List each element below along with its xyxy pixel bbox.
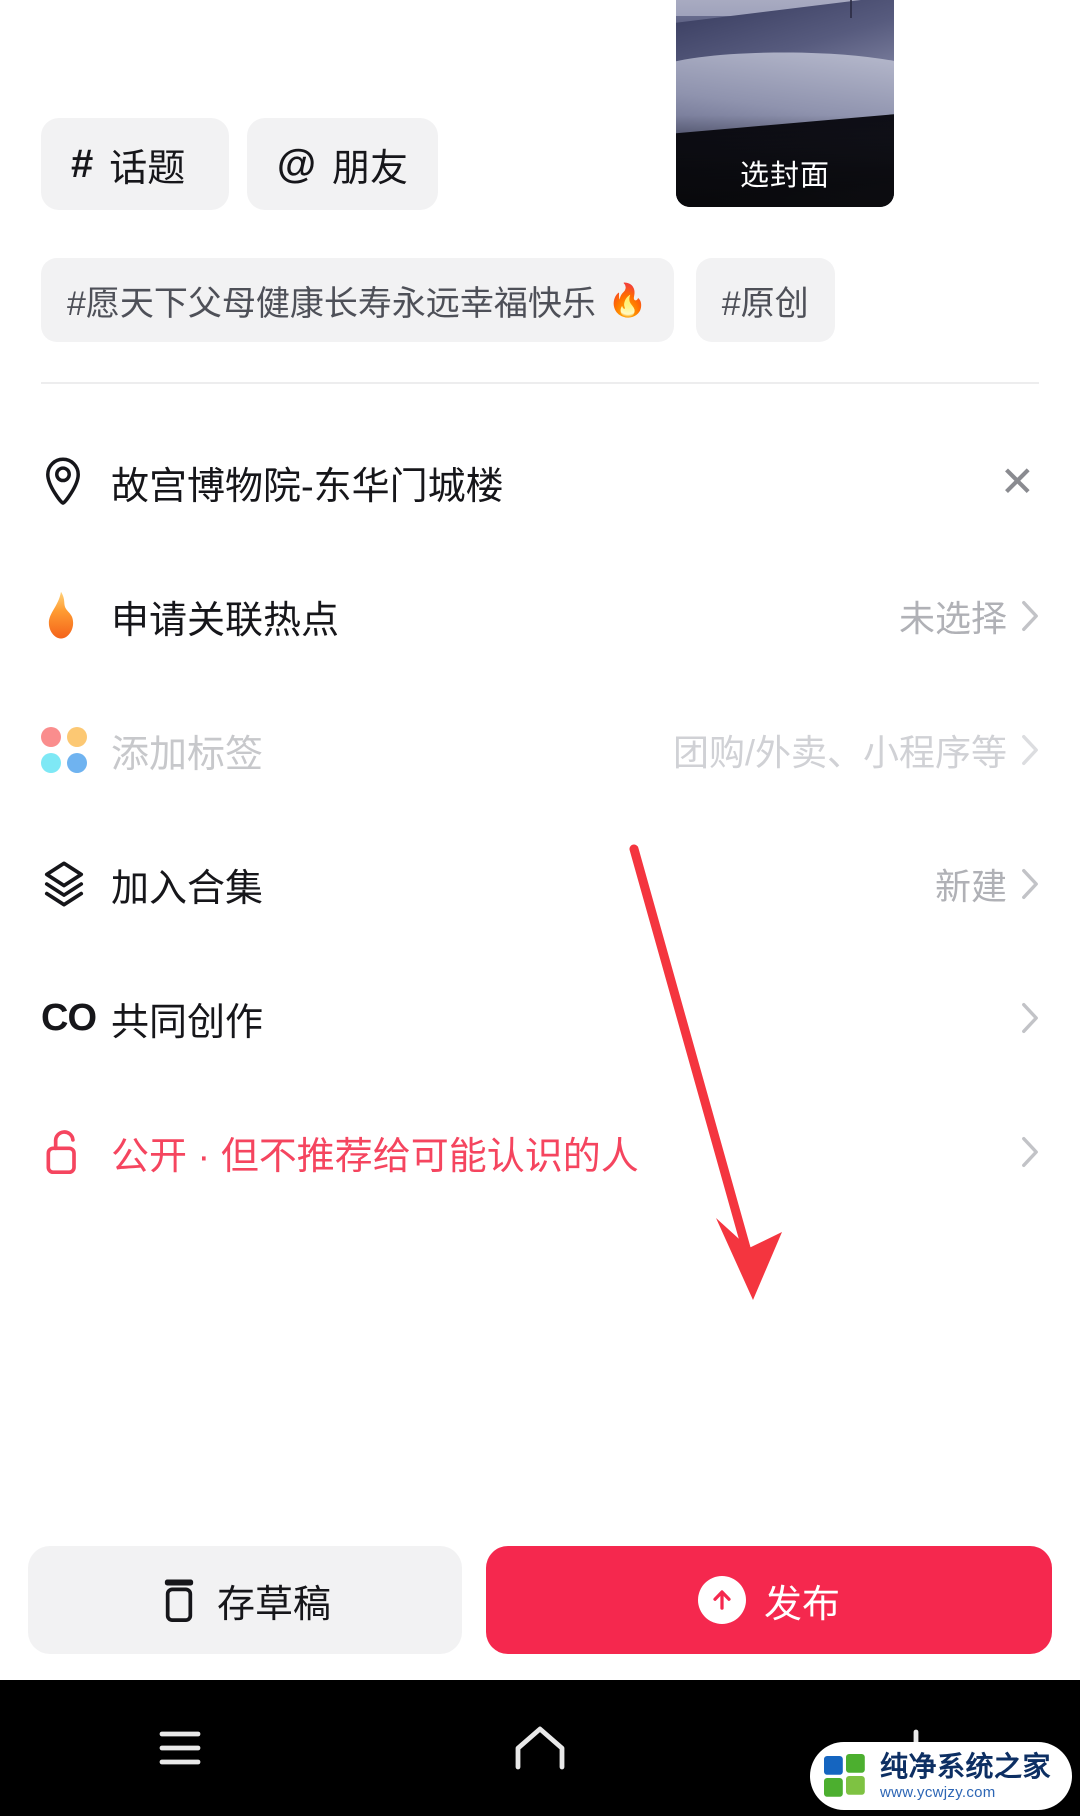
option-trailing: 新建: [935, 858, 1039, 910]
tag-suggestion-chip[interactable]: #愿天下父母健康长寿永远幸福快乐 🔥: [41, 258, 674, 342]
chevron-right-icon: [1022, 734, 1038, 766]
watermark-text: 纯净系统之家 www.ycwjzy.com: [880, 1750, 1052, 1801]
tag-suggestion-text: #原创: [721, 284, 809, 323]
recents-icon: [159, 1731, 201, 1765]
chevron-right-icon: [1022, 868, 1038, 900]
layers-icon: [41, 859, 103, 909]
chevron-right-icon: [1022, 600, 1038, 632]
option-row-add-tag[interactable]: 添加标签 团购/外卖、小程序等: [0, 683, 1080, 817]
topic-chip-label: 话题: [109, 147, 186, 190]
cover-label: 选封面: [739, 160, 830, 192]
topic-chip-button[interactable]: # 话题: [41, 118, 229, 210]
option-label: 加入合集: [111, 867, 264, 910]
tag-suggestion-row[interactable]: #愿天下父母健康长寿永远幸福快乐 🔥 #原创: [41, 258, 835, 342]
bottom-action-bar: 存草稿 发布: [0, 1520, 1080, 1680]
watermark-title: 纯净系统之家: [880, 1750, 1052, 1782]
option-value: 团购/外卖、小程序等: [672, 732, 1007, 773]
at-icon: @: [277, 142, 317, 186]
location-pin-icon: [41, 456, 103, 508]
option-trailing: 未选择: [899, 590, 1039, 642]
option-row-privacy[interactable]: 公开 · 但不推荐给可能认识的人: [0, 1085, 1080, 1219]
chevron-right-icon: [1022, 1136, 1038, 1168]
tag-suggestion-text: #愿天下父母健康长寿永远幸福快乐: [67, 284, 596, 323]
home-icon: [515, 1726, 565, 1770]
flame-icon: [41, 590, 103, 642]
bare-tree-silhouette-icon: [850, 0, 852, 18]
publish-label: 发布: [763, 1583, 840, 1626]
tag-suggestion-chip[interactable]: #原创: [695, 258, 835, 342]
option-label: 共同创作: [111, 1001, 264, 1044]
nav-home-button[interactable]: [360, 1680, 720, 1816]
nav-recents-button[interactable]: [0, 1680, 360, 1816]
draft-box-icon: [164, 1579, 194, 1623]
cover-thumbnail[interactable]: 选封面: [676, 0, 894, 207]
option-value: 新建: [934, 866, 1007, 907]
publish-button[interactable]: 发布: [486, 1546, 1052, 1654]
option-trailing: ✕: [1000, 461, 1039, 503]
chevron-right-icon: [1022, 1002, 1038, 1034]
site-watermark: 纯净系统之家 www.ycwjzy.com: [810, 1742, 1072, 1810]
friend-chip-label: 朋友: [332, 147, 409, 190]
option-label: 公开 · 但不推荐给可能认识的人: [111, 1135, 639, 1178]
save-draft-label: 存草稿: [216, 1583, 331, 1626]
option-row-collection[interactable]: 加入合集 新建: [0, 817, 1080, 951]
save-draft-button[interactable]: 存草稿: [28, 1546, 462, 1654]
color-dots-icon: [41, 727, 103, 773]
watermark-logo-icon: [824, 1754, 865, 1797]
option-row-co-creation[interactable]: CO 共同创作: [0, 951, 1080, 1085]
watermark-url: www.ycwjzy.com: [880, 1783, 996, 1801]
option-row-location[interactable]: 故宫博物院-东华门城楼 ✕: [0, 415, 1080, 549]
option-label: 申请关联热点: [111, 599, 340, 642]
close-icon[interactable]: ✕: [1000, 461, 1039, 503]
option-trailing: [1021, 1002, 1039, 1034]
option-trailing: 团购/外卖、小程序等: [673, 724, 1039, 776]
friend-chip-button[interactable]: @ 朋友: [247, 118, 439, 210]
option-label: 故宫博物院-东华门城楼: [111, 465, 504, 508]
section-divider: [41, 382, 1039, 384]
option-row-hotspot[interactable]: 申请关联热点 未选择: [0, 549, 1080, 683]
arrow-up-circle-icon: [697, 1576, 746, 1624]
quick-action-row: # 话题 @ 朋友: [41, 118, 439, 210]
co-mark-text: CO: [41, 996, 97, 1039]
publish-settings-screen: 选封面 # 话题 @ 朋友 #愿天下父母健康长寿永远幸福快乐 🔥 #原创 故宫博…: [0, 0, 1080, 1816]
unlock-icon: [41, 1126, 103, 1178]
option-value: 未选择: [898, 598, 1007, 639]
option-trailing: [1021, 1136, 1039, 1168]
co-creation-icon: CO: [41, 997, 103, 1040]
option-label: 添加标签: [111, 733, 264, 776]
hash-icon: #: [71, 142, 94, 186]
flame-icon: 🔥: [607, 282, 648, 318]
options-list: 故宫博物院-东华门城楼 ✕ 申请关联热点 未选择 添加标签 团购/外卖、小程序等…: [0, 415, 1080, 1219]
